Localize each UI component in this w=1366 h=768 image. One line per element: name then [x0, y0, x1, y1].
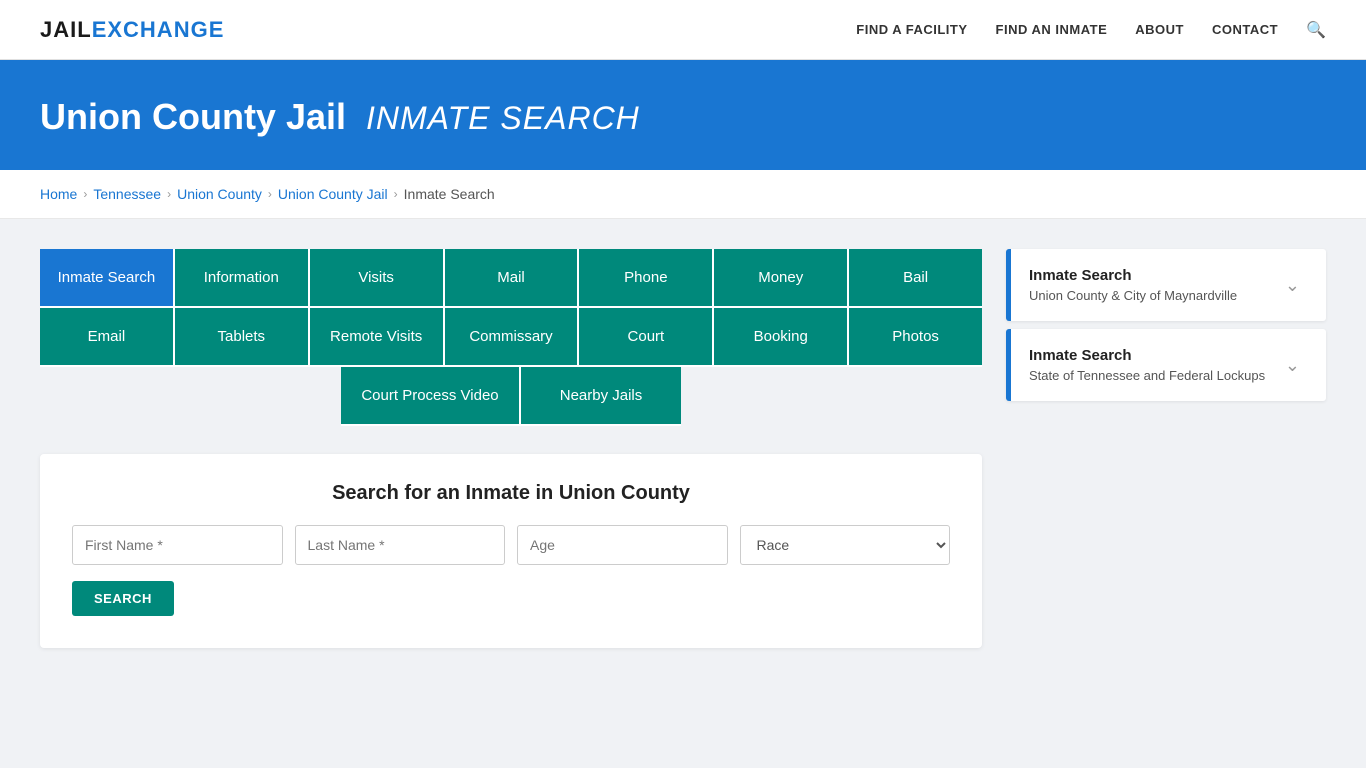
breadcrumb-home[interactable]: Home — [40, 186, 77, 202]
sidebar-card-county-title: Inmate Search — [1029, 267, 1237, 284]
nav-contact[interactable]: CONTACT — [1212, 22, 1278, 37]
tab-phone[interactable]: Phone — [579, 249, 714, 308]
breadcrumb-sep-1: › — [83, 187, 87, 201]
hero-title-italic: INMATE SEARCH — [366, 100, 640, 136]
breadcrumb: Home › Tennessee › Union County › Union … — [0, 170, 1366, 219]
tab-booking[interactable]: Booking — [714, 308, 849, 367]
tabs-grid: Inmate Search Information Visits Mail Ph… — [40, 249, 982, 426]
tabs-row-1: Inmate Search Information Visits Mail Ph… — [40, 249, 982, 308]
sidebar-card-state[interactable]: Inmate Search State of Tennessee and Fed… — [1006, 329, 1326, 401]
tab-photos[interactable]: Photos — [849, 308, 982, 367]
sidebar-card-county-sub: Union County & City of Maynardville — [1029, 288, 1237, 303]
breadcrumb-union-county[interactable]: Union County — [177, 186, 262, 202]
tab-bail[interactable]: Bail — [849, 249, 982, 308]
left-column: Inmate Search Information Visits Mail Ph… — [40, 249, 982, 648]
race-select[interactable]: Race White Black Hispanic Asian Other — [740, 525, 951, 565]
tab-nearby-jails[interactable]: Nearby Jails — [521, 367, 681, 426]
tab-remote-visits[interactable]: Remote Visits — [310, 308, 445, 367]
main-content: Inmate Search Information Visits Mail Ph… — [0, 219, 1366, 678]
breadcrumb-tennessee[interactable]: Tennessee — [93, 186, 161, 202]
sidebar-card-state-text: Inmate Search State of Tennessee and Fed… — [1011, 347, 1265, 383]
chevron-down-icon-2: ⌄ — [1285, 355, 1308, 376]
tab-tablets[interactable]: Tablets — [175, 308, 310, 367]
tabs-row-3: Court Process Video Nearby Jails — [40, 367, 982, 426]
tab-money[interactable]: Money — [714, 249, 849, 308]
tab-information[interactable]: Information — [175, 249, 310, 308]
tab-visits[interactable]: Visits — [310, 249, 445, 308]
hero-banner: Union County Jail INMATE SEARCH — [0, 60, 1366, 170]
logo-exchange: EXCHANGE — [92, 17, 225, 42]
tab-email[interactable]: Email — [40, 308, 175, 367]
navbar: JAILEXCHANGE FIND A FACILITY FIND AN INM… — [0, 0, 1366, 60]
search-button[interactable]: SEARCH — [72, 581, 174, 616]
tab-mail[interactable]: Mail — [445, 249, 580, 308]
search-form-row-1: Race White Black Hispanic Asian Other — [72, 525, 950, 565]
breadcrumb-sep-2: › — [167, 187, 171, 201]
breadcrumb-current: Inmate Search — [404, 186, 495, 202]
nav-about[interactable]: ABOUT — [1135, 22, 1184, 37]
tab-court-process-video[interactable]: Court Process Video — [341, 367, 521, 426]
logo-jail: JAIL — [40, 17, 92, 42]
page-title: Union County Jail INMATE SEARCH — [40, 96, 1326, 138]
breadcrumb-sep-3: › — [268, 187, 272, 201]
nav-find-facility[interactable]: FIND A FACILITY — [856, 22, 967, 37]
tab-commissary[interactable]: Commissary — [445, 308, 580, 367]
tabs-row-2: Email Tablets Remote Visits Commissary C… — [40, 308, 982, 367]
site-logo[interactable]: JAILEXCHANGE — [40, 17, 224, 43]
breadcrumb-union-county-jail[interactable]: Union County Jail — [278, 186, 388, 202]
sidebar-card-county[interactable]: Inmate Search Union County & City of May… — [1006, 249, 1326, 321]
right-sidebar: Inmate Search Union County & City of May… — [1006, 249, 1326, 407]
last-name-input[interactable] — [295, 525, 506, 565]
nav-links: FIND A FACILITY FIND AN INMATE ABOUT CON… — [856, 20, 1326, 40]
hero-title-main: Union County Jail — [40, 96, 346, 137]
tab-inmate-search[interactable]: Inmate Search — [40, 249, 175, 308]
nav-find-inmate[interactable]: FIND AN INMATE — [996, 22, 1108, 37]
search-form-title: Search for an Inmate in Union County — [72, 482, 950, 505]
sidebar-card-county-text: Inmate Search Union County & City of May… — [1011, 267, 1237, 303]
age-input[interactable] — [517, 525, 728, 565]
tab-court[interactable]: Court — [579, 308, 714, 367]
search-box: Search for an Inmate in Union County Rac… — [40, 454, 982, 648]
first-name-input[interactable] — [72, 525, 283, 565]
sidebar-card-state-title: Inmate Search — [1029, 347, 1265, 364]
chevron-down-icon: ⌄ — [1285, 275, 1308, 296]
search-icon[interactable]: 🔍 — [1306, 22, 1326, 39]
breadcrumb-sep-4: › — [394, 187, 398, 201]
sidebar-card-state-sub: State of Tennessee and Federal Lockups — [1029, 368, 1265, 383]
